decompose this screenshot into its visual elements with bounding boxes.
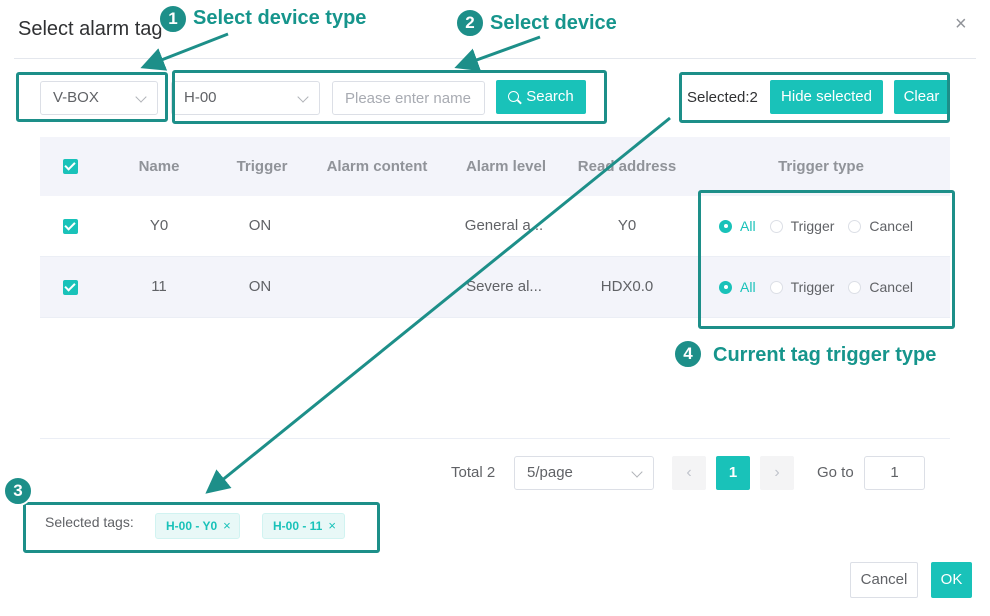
annotation-badge: 2 [455,8,485,38]
row-checkbox[interactable] [63,280,78,295]
annotation-box-trigger-type [698,190,955,329]
cell-read-address: HDX0.0 [600,278,654,295]
goto-page-input[interactable]: 1 [864,456,925,490]
header-alarm-content: Alarm content [326,158,428,175]
cell-trigger: ON [248,217,272,234]
table-header: Name Trigger Alarm content Alarm level R… [40,137,950,196]
page-number-button[interactable]: 1 [716,456,750,490]
annotation-label: Select device [490,12,617,34]
page-size-value: 5/page [527,464,573,481]
select-all-checkbox[interactable] [63,159,78,174]
goto-label: Go to [817,464,854,481]
table-bottom-divider [40,438,950,439]
row-checkbox[interactable] [63,219,78,234]
annotation-badge: 1 [158,4,188,34]
header-trigger: Trigger [236,158,288,175]
annotation-label: Select device type [193,7,367,29]
annotation-box-selection [679,72,950,123]
header-read-address: Read address [577,158,677,175]
annotation-box-device [172,70,607,124]
cell-trigger: ON [248,278,272,295]
prev-page-button[interactable]: ‹ [672,456,706,490]
annotation-box-device-type [16,72,168,122]
cell-alarm-content [310,196,444,256]
cell-alarm-level: Severe al... [466,278,542,295]
annotation-badge: 4 [673,339,703,369]
cancel-button[interactable]: Cancel [850,562,918,598]
header-trigger-type: Trigger type [778,158,864,175]
header-alarm-level: Alarm level [465,158,547,175]
page-size-select[interactable]: 5/page [514,456,654,490]
cell-alarm-content [310,257,444,317]
cell-read-address: Y0 [617,217,637,234]
title-divider [14,58,976,59]
chevron-down-icon [631,466,643,478]
cell-name: 11 [151,278,167,295]
select-alarm-tag-dialog: Select alarm tag × V-BOX H-00 Search Sel… [0,0,990,616]
annotation-box-selected-tags [23,502,380,553]
header-name: Name [138,158,180,175]
pagination-total: Total 2 [451,464,496,481]
cell-alarm-level: General a... [464,217,544,234]
cell-name: Y0 [149,217,169,234]
next-page-button[interactable]: › [760,456,794,490]
annotation-label: Current tag trigger type [713,344,937,366]
annotation-badge: 3 [3,476,33,506]
dialog-title: Select alarm tag [18,18,163,40]
arrow-device [454,35,541,72]
close-icon[interactable]: × [955,13,967,36]
ok-button[interactable]: OK [931,562,972,598]
